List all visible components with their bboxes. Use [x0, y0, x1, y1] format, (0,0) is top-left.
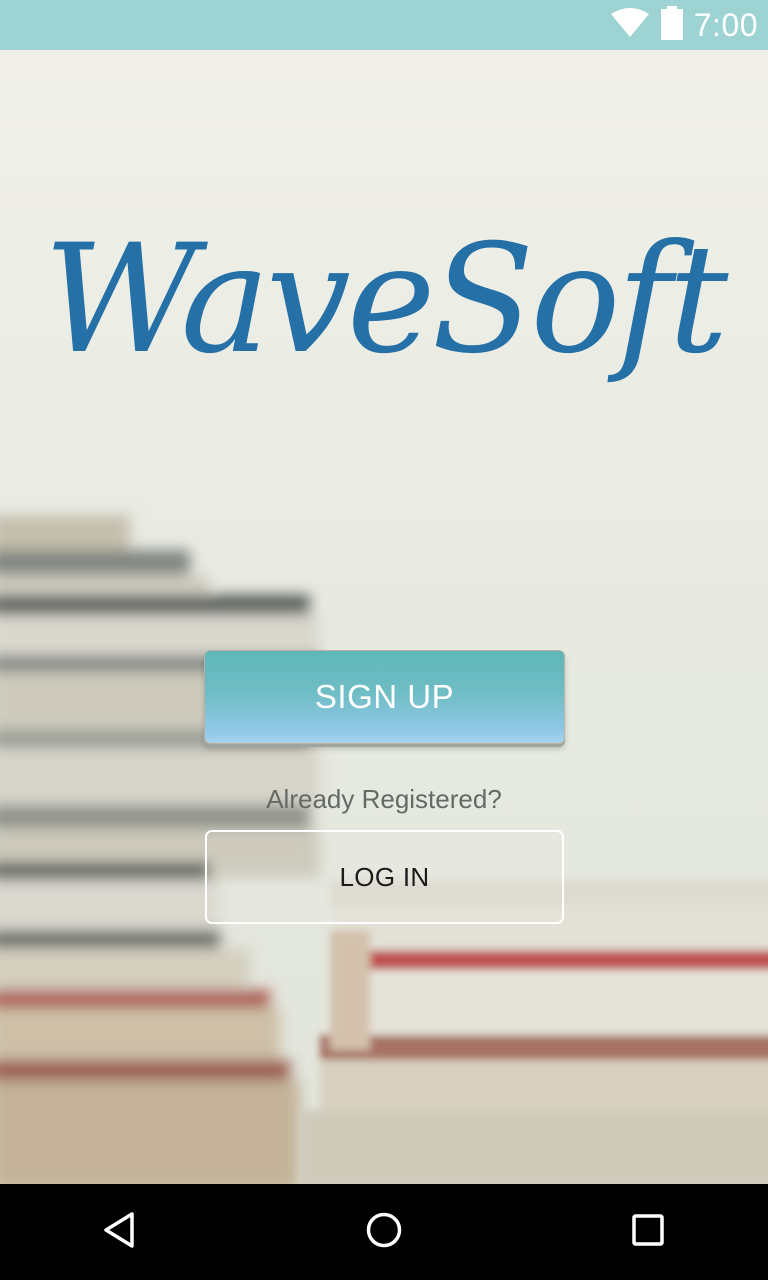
status-time: 7:00	[693, 6, 758, 43]
app-screen: 7:00 WaveSoft SIGN UP Already Registered…	[0, 0, 768, 1280]
sign-up-button[interactable]: SIGN UP	[204, 650, 565, 744]
home-button[interactable]	[324, 1184, 444, 1280]
already-registered-text: Already Registered?	[266, 784, 502, 814]
sign-up-label: SIGN UP	[314, 678, 455, 715]
recents-icon	[628, 1210, 668, 1255]
log-in-button[interactable]: LOG IN	[205, 830, 564, 924]
logo-text: WaveSoft	[43, 213, 729, 387]
status-bar: 7:00	[0, 0, 768, 50]
battery-icon	[660, 5, 684, 45]
navigation-bar	[0, 1184, 768, 1280]
back-button[interactable]	[60, 1184, 180, 1280]
status-icons: 7:00	[610, 0, 758, 50]
log-in-label: LOG IN	[339, 861, 430, 892]
app-logo: WaveSoft	[0, 200, 768, 440]
recents-button[interactable]	[588, 1184, 708, 1280]
home-icon	[364, 1210, 404, 1255]
back-icon	[100, 1210, 140, 1255]
wifi-icon	[610, 7, 650, 43]
